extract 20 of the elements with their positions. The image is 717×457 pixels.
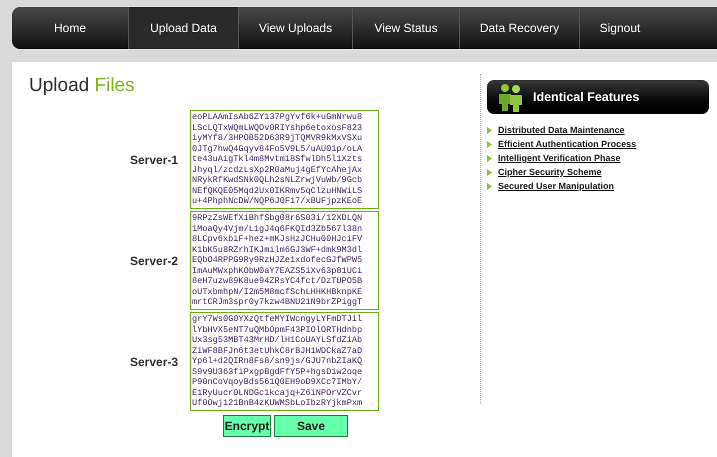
feature-link[interactable]: Cipher Security Scheme (498, 166, 602, 179)
server-textarea[interactable]: 9RPzZsWEfXiBhfSbg08r6S03i/12XDLQN 1MoaQy4Vjm/L1gJ4q6FKQId3Zb567l38n 8LCpv6xbiF+hez+mKJsHzJCHu00HJciFV K1bK5u8RZrhIKJmilm6GJ3WF+dmk9M3dl EQbO4RPPG9Ry9RzHJZe1xdofecGJfWPW5 ImAuMWxphKObW0aY7EAZS5iXv63p81UCi 8eH7uzw89K8ue94ZRsYC4fct/DzTUPO5B oUTxbmhpN/I2m5M8mcfSchLHHKHBknpKE mrtCRJm3spr0y7kzw4BNU21N9brZPiggT (190, 211, 379, 310)
sidebar-title: Identical Features (533, 88, 640, 106)
page-title: Upload Files (29, 74, 136, 98)
nav-tab[interactable]: View Uploads (239, 7, 353, 49)
nav-tab[interactable]: Upload Data (129, 7, 239, 49)
server-textarea[interactable]: eoPLAAmIsAb6ZY137PgYvf6k+uGmNrwu8 LScLQTxWQmLWQOv0RIYshp6etoxosF823 iyMYf8/3HPOB52D63R9jTQMVR9kMxVSXu 0JTg7hwQ4Gqyv84Fo5V9L5/uAU01p/oLA te43uAigTkl4m8Mvtm18SfwlDh5l1Xzts Jhyql/zcdzLsXp2R0aMuj4gEfYcAhejAx NRykRfKwdSNk0QLh2sNLZrwjVuWb/9Gcb NEfQKQE05Mqd2Ux0IKRmv5qClzuHNWiLS u+4PhphNcDW/NQP6J0F17/xBUFjpzKEoE (190, 110, 379, 209)
save-button[interactable]: Save (274, 415, 348, 437)
server-label: Server-1 (130, 152, 180, 168)
nav-tab[interactable]: Signout (580, 7, 660, 49)
feature-link[interactable]: Distributed Data Maintenance (498, 124, 625, 137)
encrypt-button[interactable]: Encrypt (223, 415, 271, 437)
server-label: Server-3 (130, 354, 180, 370)
feature-link[interactable]: Efficient Authentication Process (498, 138, 636, 151)
server-label: Server-2 (130, 252, 180, 270)
nav-tab[interactable]: View Status (353, 7, 460, 49)
feature-link[interactable]: Intelligent Verification Phase (498, 152, 621, 165)
nav-tab[interactable]: Data Recovery (460, 7, 580, 49)
feature-link[interactable]: Secured User Manipulation (498, 180, 614, 193)
server-textarea[interactable]: grY7Ws0G0YXzQtfeMYIWcngyLYFmDTJil lYbHVX5eNT7uQMbOpmF43PIOlORTHdnbp Ux3sg53MBT43MrHD/lH1CoUAYLSfdZiAb ZiWF8BFJn6t3etUhkC8rBJH1WDCkaZ7aD Yp6l+d2QIRn8Fs8/sn9js/GJU7nbZIaKQ S9v9U363fiPxgpBgdFfY5P+hgsD1w2oqe P90nCoVqoyBds561Q0EH9oD9XCc7IMbY/ E1RyUucr0LNDGc1kcajq+Z6iNPOrVZCvr Uf0Owj121BnB4zKUWMSbLoIbzRYjkmPxm (190, 312, 379, 411)
